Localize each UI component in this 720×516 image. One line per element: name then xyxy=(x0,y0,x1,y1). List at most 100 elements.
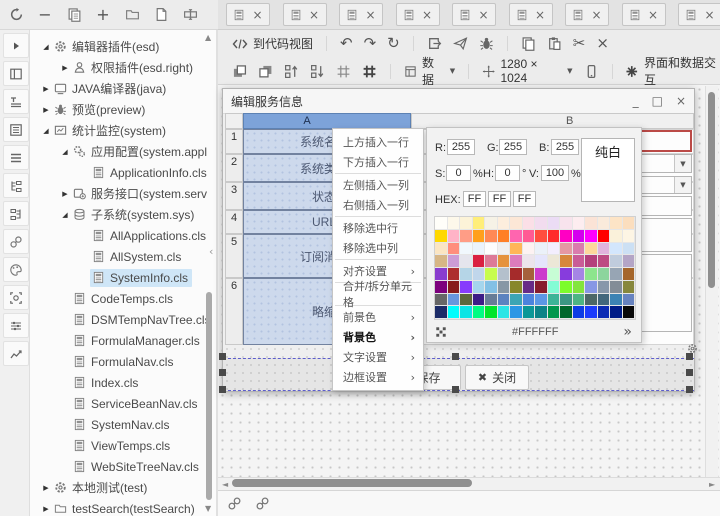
close-button[interactable]: × xyxy=(596,36,609,51)
code-view-button[interactable]: 到代码视图 xyxy=(232,35,313,52)
tool-palette-button[interactable] xyxy=(3,257,29,282)
color-swatch[interactable] xyxy=(473,306,486,319)
color-swatch[interactable] xyxy=(460,230,473,243)
tree-expander-icon[interactable]: ◢ xyxy=(59,211,71,219)
color-swatch[interactable] xyxy=(523,243,536,256)
color-swatch[interactable] xyxy=(585,306,598,319)
row-header-1[interactable]: 1 xyxy=(225,129,243,154)
tree-item[interactable]: AllApplications.cls xyxy=(30,225,216,246)
resolution-button[interactable]: 1280 × 1024▼ xyxy=(482,57,572,85)
row-header-6[interactable]: 6 xyxy=(225,278,243,345)
color-swatch[interactable] xyxy=(473,217,486,230)
data-button[interactable]: 数据▼ xyxy=(404,54,455,88)
color-swatch[interactable] xyxy=(460,243,473,256)
color-swatch[interactable] xyxy=(510,294,523,307)
color-swatch[interactable] xyxy=(598,230,611,243)
resize-handle[interactable] xyxy=(452,353,459,360)
tool-text-field-button[interactable] xyxy=(3,89,29,114)
color-swatch[interactable] xyxy=(548,306,561,319)
export-button[interactable] xyxy=(427,36,442,51)
tree-item[interactable]: AllSystem.cls xyxy=(30,246,216,267)
close-tab-icon[interactable]: × xyxy=(704,9,714,21)
row-header-5[interactable]: 5 xyxy=(225,234,243,278)
scroll-right-icon[interactable]: ► xyxy=(709,480,715,489)
color-swatch[interactable] xyxy=(598,217,611,230)
color-swatch[interactable] xyxy=(473,268,486,281)
menu-item[interactable]: 边框设置› xyxy=(333,367,423,387)
grid-button[interactable] xyxy=(336,64,351,79)
tree-item[interactable]: DSMTempNavTree.cls xyxy=(30,309,216,330)
color-swatch[interactable] xyxy=(535,294,548,307)
color-swatch[interactable] xyxy=(460,255,473,268)
tree-item[interactable]: ◢编辑器插件(esd) xyxy=(30,36,216,57)
menu-item[interactable]: 右侧插入一列 xyxy=(333,195,423,215)
color-swatch[interactable] xyxy=(598,268,611,281)
rename-button[interactable] xyxy=(180,5,200,25)
hex-input-2[interactable]: FF xyxy=(488,191,511,207)
color-swatch[interactable] xyxy=(560,217,573,230)
order-up-button[interactable] xyxy=(284,64,299,79)
close-tab-icon[interactable]: × xyxy=(252,9,262,21)
color-swatch[interactable] xyxy=(535,230,548,243)
remove-button[interactable]: − xyxy=(35,5,55,25)
color-swatch[interactable] xyxy=(473,255,486,268)
color-swatch[interactable] xyxy=(573,294,586,307)
color-swatch[interactable] xyxy=(560,281,573,294)
tool-tree-left-button[interactable] xyxy=(3,173,29,198)
column-header-a[interactable]: A xyxy=(243,113,411,129)
color-swatch[interactable] xyxy=(523,281,536,294)
color-swatch[interactable] xyxy=(548,268,561,281)
tree-item[interactable]: ◢统计监控(system) xyxy=(30,120,216,141)
editor-tab[interactable]: × xyxy=(283,3,327,26)
mobile-button[interactable] xyxy=(584,64,599,79)
tree-item[interactable]: ▶JAVA编译器(java) xyxy=(30,78,216,99)
r-input[interactable]: 255 xyxy=(447,139,475,155)
color-swatch[interactable] xyxy=(610,268,623,281)
color-swatch[interactable] xyxy=(435,281,448,294)
color-swatch[interactable] xyxy=(498,230,511,243)
canvas-horizontal-scrollbar-thumb[interactable] xyxy=(232,479,472,487)
resize-handle[interactable] xyxy=(686,386,693,393)
color-swatch[interactable] xyxy=(510,243,523,256)
color-swatch[interactable] xyxy=(585,255,598,268)
color-swatch[interactable] xyxy=(523,294,536,307)
color-swatch[interactable] xyxy=(523,255,536,268)
color-swatch[interactable] xyxy=(598,294,611,307)
color-swatch[interactable] xyxy=(560,306,573,319)
tree-scroll-up-icon[interactable]: ▲ xyxy=(205,33,211,42)
color-swatch[interactable] xyxy=(623,255,636,268)
color-swatch[interactable] xyxy=(485,243,498,256)
color-swatch[interactable] xyxy=(548,255,561,268)
color-swatch[interactable] xyxy=(573,230,586,243)
color-swatch[interactable] xyxy=(560,294,573,307)
tree-item[interactable]: FormulaNav.cls xyxy=(30,351,216,372)
debug-button[interactable] xyxy=(479,36,494,51)
close-tab-icon[interactable]: × xyxy=(591,9,601,21)
color-swatch[interactable] xyxy=(473,243,486,256)
color-swatch[interactable] xyxy=(435,243,448,256)
color-swatch[interactable] xyxy=(573,268,586,281)
resize-handle[interactable] xyxy=(686,353,693,360)
color-swatch[interactable] xyxy=(573,281,586,294)
tree-scrollbar-thumb[interactable] xyxy=(206,292,212,500)
cut-button[interactable]: ✂ xyxy=(573,36,586,51)
tree-item[interactable]: ViewTemps.cls xyxy=(30,435,216,456)
color-swatch[interactable] xyxy=(460,281,473,294)
color-swatch[interactable] xyxy=(448,255,461,268)
color-swatch[interactable] xyxy=(498,306,511,319)
menu-item[interactable]: 上方插入一行 xyxy=(333,132,423,152)
resize-handle[interactable] xyxy=(219,353,226,360)
b-input[interactable]: 255 xyxy=(551,139,579,155)
color-swatch[interactable] xyxy=(548,230,561,243)
color-swatch[interactable] xyxy=(585,217,598,230)
tool-tree-right-button[interactable] xyxy=(3,201,29,226)
color-swatch[interactable] xyxy=(435,230,448,243)
h-input[interactable]: 0 xyxy=(495,165,520,181)
more-colors-icon[interactable]: » xyxy=(623,325,632,339)
menu-item[interactable]: 移除选中列 xyxy=(333,238,423,258)
grid-snap-button[interactable] xyxy=(362,64,377,79)
color-swatch[interactable] xyxy=(548,281,561,294)
redo-button[interactable]: ↷ xyxy=(364,36,377,51)
color-swatch[interactable] xyxy=(598,255,611,268)
row-header-4[interactable]: 4 xyxy=(225,210,243,234)
